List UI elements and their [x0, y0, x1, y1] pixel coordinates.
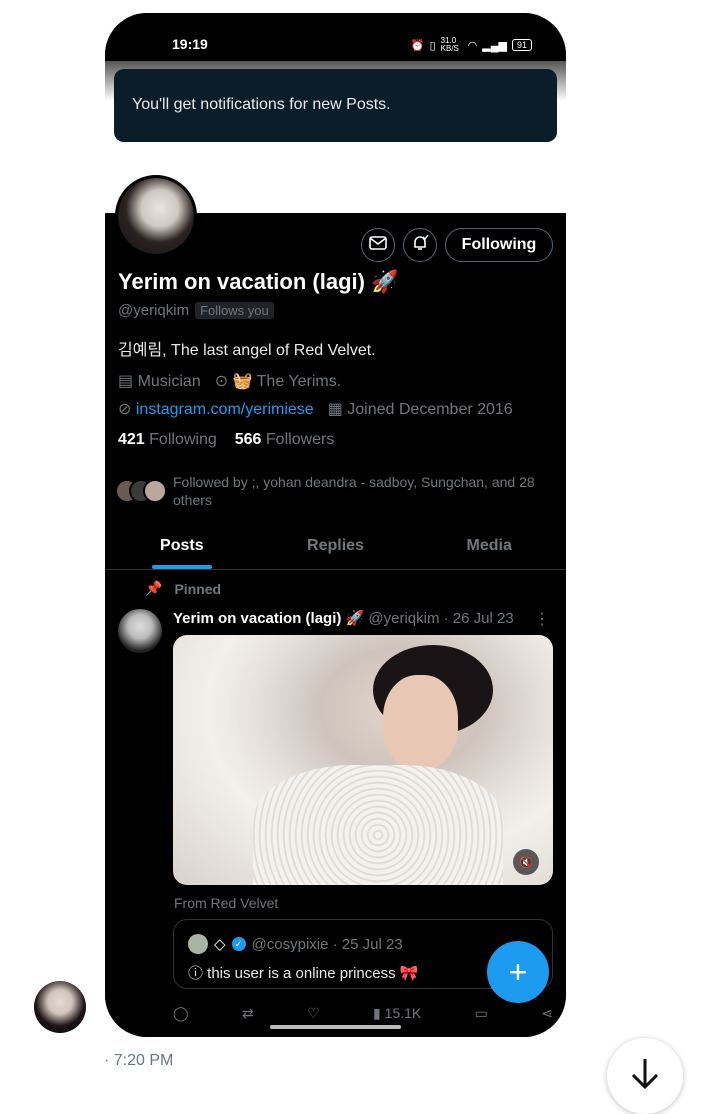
plus-icon: + [508, 953, 528, 990]
quote-handle: @cosypixie · 25 Jul 23 [251, 935, 403, 953]
message-button[interactable] [361, 228, 395, 262]
pinned-label: 📌 Pinned [145, 580, 222, 597]
vibrate-icon: ▯ [429, 39, 436, 52]
profile-avatar[interactable] [115, 175, 197, 257]
chat-sender-avatar[interactable] [34, 981, 86, 1033]
profile-handle-row: @yeriqkim Follows you [118, 302, 274, 319]
post-header: Yerim on vacation (lagi) 🚀 @yeriqkim · 2… [173, 609, 553, 627]
arrow-down-icon [630, 1057, 660, 1096]
net-speed: 31.0 KB/S [440, 36, 459, 53]
home-indicator [270, 1025, 401, 1029]
profile-link[interactable]: instagram.com/yerimiese [136, 401, 314, 418]
follows-you-badge: Follows you [195, 302, 274, 319]
profile-stats: 421 Following 566 Followers [118, 431, 334, 449]
followed-by[interactable]: Followed by ;, yohan deandra - sadboy, S… [115, 473, 535, 509]
repost-icon[interactable]: ⇄ [242, 1005, 254, 1022]
tab-replies[interactable]: Replies [259, 525, 413, 569]
diamond-icon: ◇ [214, 936, 226, 953]
battery-icon: 91 [511, 39, 532, 51]
briefcase-icon: ▤ [118, 373, 134, 390]
mute-icon[interactable]: 🔇 [513, 849, 539, 875]
bell-check-icon [411, 234, 429, 257]
views-stat[interactable]: ▮ 15.1K [373, 1005, 421, 1022]
bookmark-icon[interactable]: ▭ [475, 1005, 488, 1022]
tab-posts[interactable]: Posts [105, 525, 259, 569]
reply-icon[interactable]: ◯ [173, 1005, 189, 1022]
followed-by-text: Followed by ;, yohan deandra - sadboy, S… [173, 474, 535, 508]
pin-icon: 📌 [145, 580, 163, 596]
message-timestamp: · 7:20 PM [104, 1052, 174, 1069]
avatar [143, 479, 167, 503]
envelope-icon [369, 235, 387, 255]
from-label[interactable]: From Red Velvet [174, 895, 278, 911]
wifi-icon: ◠ [467, 39, 478, 52]
post-meta: @yeriqkim · 26 Jul 23 [368, 610, 514, 627]
post-actions: ◯ ⇄ ♡ ▮ 15.1K ▭ ⋖ [173, 1005, 553, 1022]
post-video[interactable]: 🔇 [173, 635, 553, 885]
like-icon[interactable]: ♡ [307, 1005, 320, 1022]
profile-tabs: Posts Replies Media [105, 525, 566, 570]
alarm-icon: ⏰ [410, 39, 425, 52]
signal-icon: ▂▄▆ [482, 39, 507, 52]
scroll-down-button[interactable] [607, 1038, 683, 1114]
profile-name: Yerim on vacation (lagi) 🚀 [118, 269, 399, 294]
location-pin-icon: ⊙ [214, 373, 229, 390]
quote-text: ⓘ this user is a online princess 🎀 [188, 965, 419, 982]
following-button[interactable]: Following [445, 228, 553, 262]
notification-toast: You'll get notifications for new Posts. [114, 69, 557, 142]
share-icon[interactable]: ⋖ [541, 1005, 553, 1022]
compose-button[interactable]: + [487, 941, 549, 1003]
profile-location: 🧺 The Yerims. [232, 373, 342, 390]
notify-button[interactable] [403, 228, 437, 262]
profile-bio: 김예림, The last angel of Red Velvet. [118, 342, 376, 359]
status-icons: ⏰ ▯ 31.0 KB/S ◠ ▂▄▆ 91 [411, 37, 532, 53]
post-avatar[interactable] [118, 609, 162, 653]
profile-meta-row-1: ▤ Musician ⊙ 🧺 The Yerims. [118, 371, 341, 391]
status-bar: 19:19 ⏰ ▯ 31.0 KB/S ◠ ▂▄▆ 91 [105, 13, 566, 61]
following-stat[interactable]: 421 Following [118, 431, 217, 449]
calendar-icon: ▦ [327, 401, 343, 418]
phone-screenshot: 19:19 ⏰ ▯ 31.0 KB/S ◠ ▂▄▆ 91 You'll get … [105, 13, 566, 1037]
verified-icon: ✓ [231, 937, 246, 951]
tab-media[interactable]: Media [412, 525, 566, 569]
profile-handle: @yeriqkim [118, 302, 190, 319]
profile-category: Musician [137, 373, 201, 390]
followed-by-avatars [115, 479, 167, 509]
profile-meta-row-2: ⊘ instagram.com/yerimiese ▦ Joined Decem… [118, 399, 513, 419]
post-author[interactable]: Yerim on vacation (lagi) 🚀 [173, 610, 364, 627]
views-icon: ▮ [373, 1005, 381, 1021]
more-options-icon[interactable]: ⋮ [534, 609, 550, 629]
quote-header: ◇ ✓ @cosypixie · 25 Jul 23 [188, 934, 403, 954]
profile-joined: Joined December 2016 [347, 401, 513, 418]
quote-avatar [188, 934, 208, 954]
status-time: 19:19 [172, 36, 208, 52]
link-icon: ⊘ [118, 401, 132, 418]
followers-stat[interactable]: 566 Followers [235, 431, 335, 449]
